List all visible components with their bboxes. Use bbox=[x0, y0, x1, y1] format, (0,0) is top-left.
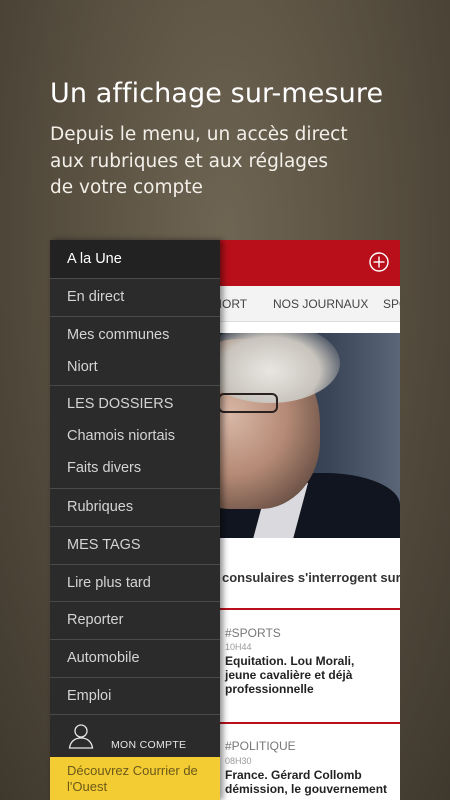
drawer-divider bbox=[50, 714, 220, 715]
card-time: 08H30 bbox=[225, 756, 252, 766]
discover-cta-button[interactable]: Découvrez Courrier de l'Ouest bbox=[50, 757, 220, 800]
promo-subtitle-line: Depuis le menu, un accès direct bbox=[50, 124, 348, 145]
drawer-item-les-dossiers[interactable]: LES DOSSIERS bbox=[50, 388, 220, 420]
card-title-line: jeune cavalière et déjà bbox=[225, 668, 353, 682]
hero-image-glasses bbox=[218, 393, 278, 413]
card-divider bbox=[218, 722, 400, 724]
card-title-line: professionnelle bbox=[225, 682, 314, 696]
drawer-item-rubriques[interactable]: Rubriques bbox=[50, 489, 220, 526]
card-time: 10H44 bbox=[225, 642, 252, 652]
card-title-line: France. Gérard Collomb bbox=[225, 768, 362, 782]
promo-subtitle-line: aux rubriques et aux réglages bbox=[50, 150, 329, 172]
card-divider bbox=[218, 608, 400, 610]
drawer-divider bbox=[50, 385, 220, 386]
navigation-drawer: A la Une En direct Mes communes Niort LE… bbox=[50, 240, 220, 800]
drawer-item-en-direct[interactable]: En direct bbox=[50, 279, 220, 316]
drawer-item-mes-communes[interactable]: Mes communes bbox=[50, 319, 220, 351]
drawer-item-chamois-niortais[interactable]: Chamois niortais bbox=[50, 420, 220, 452]
cta-line: l'Ouest bbox=[67, 778, 108, 794]
cta-line: Découvrez Courrier de bbox=[67, 763, 198, 778]
promo-title: Un affichage sur-mesure bbox=[50, 78, 384, 109]
drawer-item-reporter[interactable]: Reporter bbox=[50, 602, 220, 639]
tab-nos-journaux[interactable]: NOS JOURNAUX bbox=[273, 297, 368, 311]
drawer-item-mes-tags[interactable]: MES TAGS bbox=[50, 527, 220, 564]
drawer-item-emploi[interactable]: Emploi bbox=[50, 678, 220, 714]
drawer-item-a-la-une[interactable]: A la Une bbox=[50, 240, 220, 278]
tab-sports[interactable]: SPO bbox=[383, 297, 400, 311]
promo-subtitle-line: de votre compte bbox=[50, 177, 203, 198]
drawer-item-faits-divers[interactable]: Faits divers bbox=[50, 452, 220, 484]
drawer-item-automobile[interactable]: Automobile bbox=[50, 640, 220, 677]
card-tag[interactable]: #SPORTS bbox=[225, 626, 281, 640]
card-title-line: démission, le gouvernement bbox=[225, 782, 388, 796]
card-tag[interactable]: #POLITIQUE bbox=[225, 739, 296, 753]
card-title[interactable]: Equitation. Lou Morali, jeune cavalière … bbox=[225, 654, 400, 696]
drawer-divider bbox=[50, 316, 220, 317]
card-title[interactable]: France. Gérard Collomb démission, le gou… bbox=[225, 768, 400, 796]
plus-circle-icon[interactable] bbox=[369, 252, 389, 272]
promo-subtitle: Depuis le menu, un accès direct aux rubr… bbox=[50, 122, 410, 202]
drawer-item-lire-plus-tard[interactable]: Lire plus tard bbox=[50, 565, 220, 601]
card-title-line: Equitation. Lou Morali, bbox=[225, 654, 355, 668]
user-icon[interactable] bbox=[68, 723, 94, 749]
account-label[interactable]: MON COMPTE bbox=[111, 739, 186, 751]
drawer-item-niort[interactable]: Niort bbox=[50, 351, 220, 383]
